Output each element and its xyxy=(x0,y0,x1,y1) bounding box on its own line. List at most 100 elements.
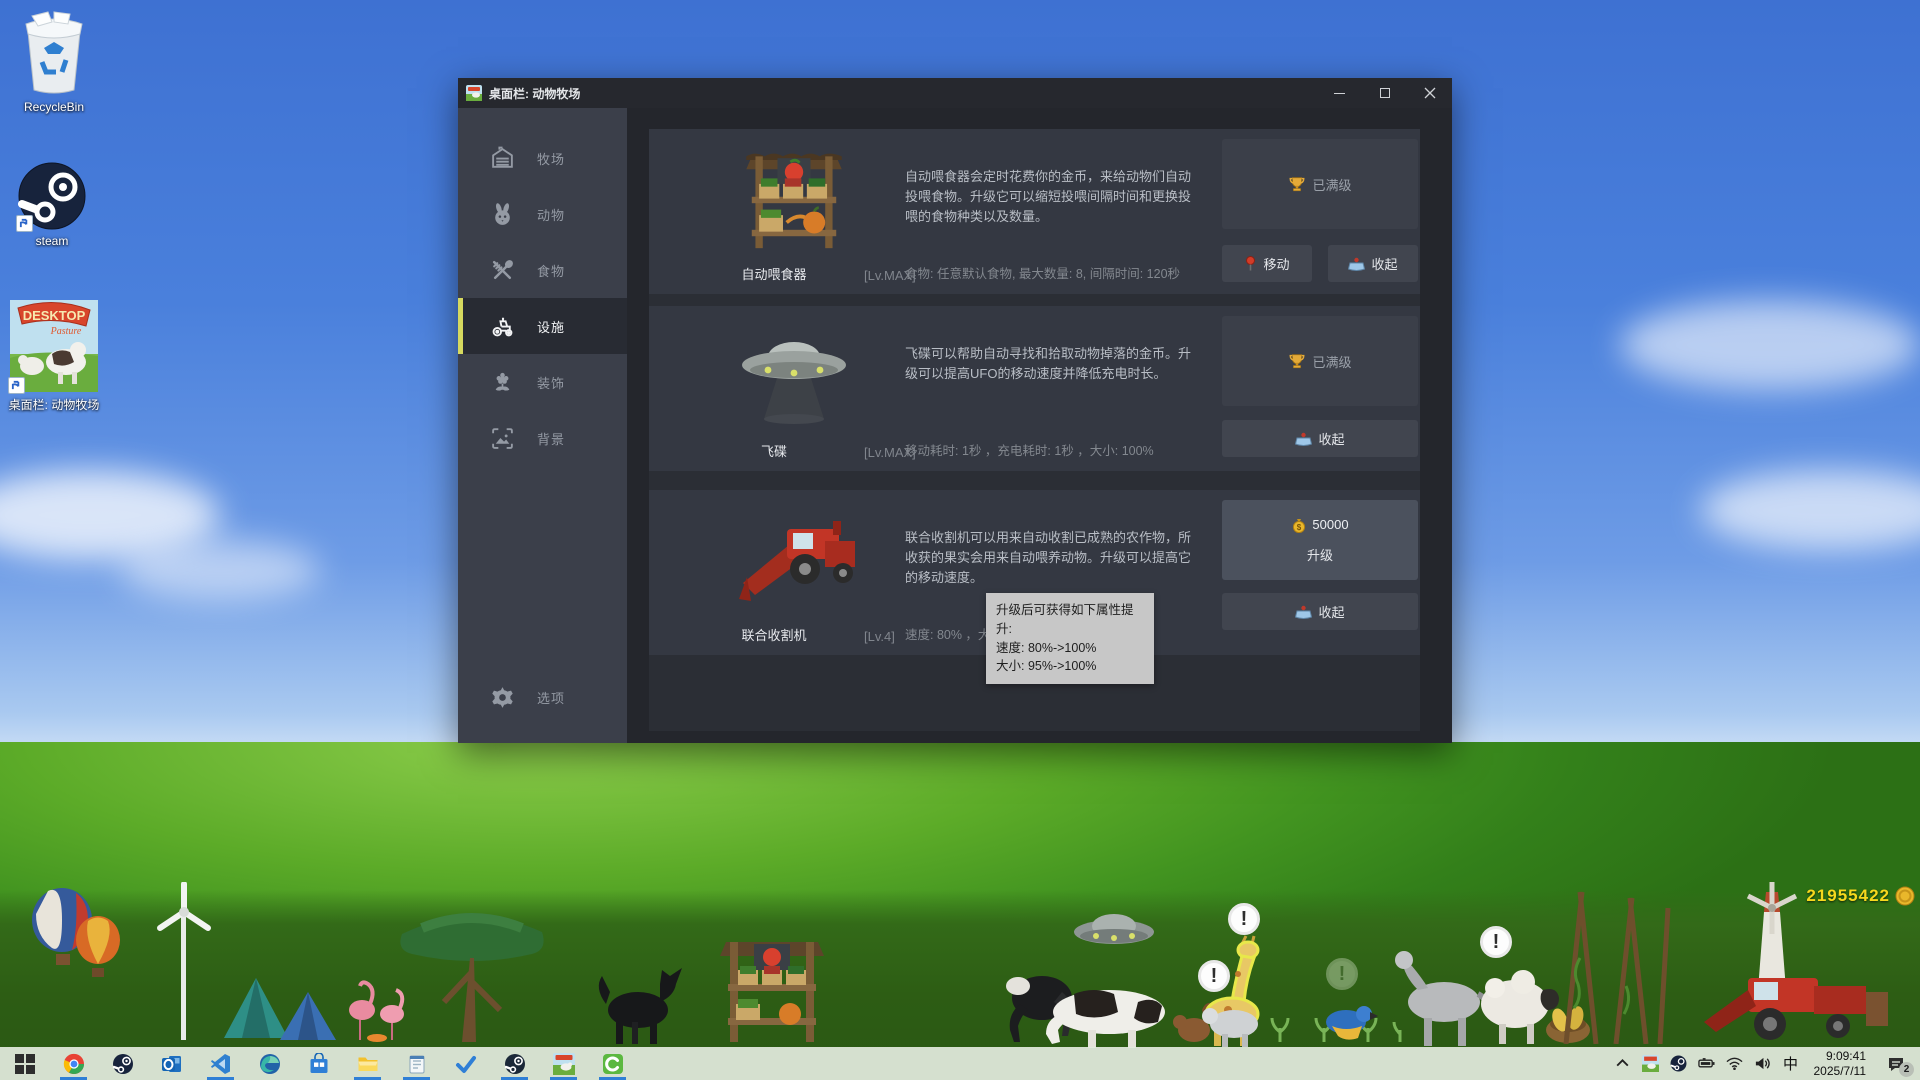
flower-icon xyxy=(490,370,515,395)
facility-name: 飞碟 xyxy=(689,441,859,460)
start-button[interactable] xyxy=(0,1047,49,1080)
maximize-icon xyxy=(1380,88,1390,98)
taskbar-steam-2[interactable] xyxy=(490,1047,539,1080)
taskbar-edge[interactable] xyxy=(245,1047,294,1080)
taskbar-chrome[interactable] xyxy=(49,1047,98,1080)
upgrade-cost: 50000 xyxy=(1312,517,1348,532)
sidebar-item-food[interactable]: 食物 xyxy=(458,242,627,298)
tray-wifi-icon[interactable] xyxy=(1722,1047,1748,1080)
scene-tents[interactable] xyxy=(222,962,337,1044)
desktop-icon-steam[interactable]: steam xyxy=(0,162,104,248)
taskbar-outlook[interactable] xyxy=(147,1047,196,1080)
maximize-button[interactable] xyxy=(1362,78,1407,108)
desktop-icon-label: steam xyxy=(0,234,104,248)
svg-text:Pasture: Pasture xyxy=(50,326,82,337)
scene-dog[interactable] xyxy=(590,958,690,1046)
move-label: 移动 xyxy=(1263,254,1289,273)
taskbar-vscode[interactable] xyxy=(196,1047,245,1080)
taskbar-notepad[interactable] xyxy=(392,1047,441,1080)
tray-time: 9:09:41 xyxy=(1814,1049,1867,1064)
windows-logo-icon xyxy=(14,1053,36,1075)
taskbar-store[interactable] xyxy=(294,1047,343,1080)
sidebar-label: 食物 xyxy=(537,261,565,280)
tooltip-line-speed: 速度: 80%->100% xyxy=(996,639,1144,658)
system-tray: 中 9:09:41 2025/7/11 2 xyxy=(1610,1047,1920,1080)
upgrade-tooltip: 升级后可获得如下属性提升: 速度: 80%->100% 大小: 95%->100… xyxy=(986,593,1154,684)
sidebar-item-facilities[interactable]: 设施 xyxy=(458,298,627,354)
alert-bubble[interactable]: ! xyxy=(1198,960,1230,996)
minimize-button[interactable] xyxy=(1317,78,1362,108)
scene-hot-air-balloons[interactable] xyxy=(26,888,126,993)
desktop: RecycleBin steam DESKTOP xyxy=(0,0,1920,1080)
background-icon xyxy=(490,426,515,451)
collapse-box-icon xyxy=(1295,605,1312,619)
facility-name: 自动喂食器 xyxy=(689,264,859,283)
sidebar-item-animals[interactable]: 动物 xyxy=(458,186,627,242)
scene-bean-poles[interactable] xyxy=(1552,888,1672,1044)
cloud xyxy=(1620,300,1920,390)
scene-ufo[interactable] xyxy=(1072,906,1156,954)
gear-icon xyxy=(490,685,515,710)
scene-produce-stand[interactable] xyxy=(720,922,824,1044)
alert-bubble[interactable]: ! xyxy=(1228,903,1260,939)
auto-feeder-image xyxy=(729,135,859,250)
sidebar-label: 动物 xyxy=(537,205,565,224)
alert-bubble-faded[interactable]: ! xyxy=(1326,958,1358,994)
shortcut-arrow-icon xyxy=(16,215,33,232)
taskbar-camtasia[interactable] xyxy=(588,1047,637,1080)
sidebar-item-options[interactable]: 选项 xyxy=(458,669,627,725)
titlebar[interactable]: 桌面栏: 动物牧场 xyxy=(458,78,1452,108)
svg-text:DESKTOP: DESKTOP xyxy=(23,308,86,323)
notification-center-button[interactable]: 2 xyxy=(1876,1047,1916,1080)
collapse-label: 收起 xyxy=(1371,254,1397,273)
tray-chevron-up-icon[interactable] xyxy=(1610,1047,1636,1080)
sidebar-label: 选项 xyxy=(537,688,565,707)
collapse-label: 收起 xyxy=(1318,602,1344,621)
sidebar-item-background[interactable]: 背景 xyxy=(458,410,627,466)
camtasia-icon xyxy=(602,1053,624,1075)
scene-parrot[interactable] xyxy=(1318,996,1378,1044)
window-title: 桌面栏: 动物牧场 xyxy=(489,85,580,102)
close-button[interactable] xyxy=(1407,78,1452,108)
max-level-label: 已满级 xyxy=(1312,352,1351,371)
scene-acacia-tree[interactable] xyxy=(392,898,552,1046)
taskbar-steam[interactable] xyxy=(98,1047,147,1080)
steam-icon xyxy=(18,162,86,230)
collapse-box-icon xyxy=(1295,432,1312,446)
upgrade-label: 升级 xyxy=(1307,545,1333,564)
sidebar: 牧场 动物 食物 xyxy=(458,108,627,743)
barn-icon xyxy=(490,146,515,171)
sidebar-item-decorations[interactable]: 装饰 xyxy=(458,354,627,410)
facility-description: 联合收割机可以用来自动收割已成熟的农作物，所收获的果实会用来自动喂养动物。升级可… xyxy=(905,528,1197,588)
tray-volume-icon[interactable] xyxy=(1750,1047,1776,1080)
checkmark-icon xyxy=(455,1053,477,1075)
tray-battery-icon[interactable] xyxy=(1694,1047,1720,1080)
collapse-button[interactable]: 收起 xyxy=(1328,245,1418,282)
scene-cow[interactable] xyxy=(1034,982,1184,1048)
steam-icon xyxy=(504,1053,526,1075)
tray-ime-indicator[interactable]: 中 xyxy=(1778,1053,1804,1074)
facility-row-ufo: 飞碟 [Lv.MAX] 飞碟可以帮助自动寻找和拾取动物掉落的金币。升级可以提高U… xyxy=(649,306,1420,471)
taskbar-file-explorer[interactable] xyxy=(343,1047,392,1080)
desktop-icon-pasture-app[interactable]: DESKTOP Pasture 桌面栏: 动物牧场 xyxy=(2,300,106,413)
tray-steam-icon[interactable] xyxy=(1666,1047,1692,1080)
tray-clock[interactable]: 9:09:41 2025/7/11 xyxy=(1806,1049,1875,1079)
sidebar-item-ranch[interactable]: 牧场 xyxy=(458,130,627,186)
tractor-icon xyxy=(490,314,515,339)
scene-wind-turbine[interactable] xyxy=(148,882,220,1044)
scene-goat[interactable] xyxy=(1196,1000,1266,1048)
desktop-icon-recycle-bin[interactable]: RecycleBin xyxy=(2,10,106,114)
collapse-box-icon xyxy=(1348,257,1365,271)
collapse-button[interactable]: 收起 xyxy=(1222,420,1418,457)
taskbar-check-app[interactable] xyxy=(441,1047,490,1080)
tray-pasture-app-icon[interactable] xyxy=(1638,1047,1664,1080)
scene-harvester[interactable] xyxy=(1688,970,1893,1048)
notepad-icon xyxy=(406,1053,428,1075)
collapse-button[interactable]: 收起 xyxy=(1222,593,1418,630)
max-level-status: 已满级 xyxy=(1222,316,1418,406)
move-button[interactable]: 移动 xyxy=(1222,245,1312,282)
facility-stats: 食物: 任意默认食物, 最大数量: 8, 间隔时间: 120秒 xyxy=(905,263,1210,282)
svg-text:$: $ xyxy=(1297,523,1302,532)
taskbar-pasture-app[interactable] xyxy=(539,1047,588,1080)
upgrade-button[interactable]: $ 50000 升级 xyxy=(1222,500,1418,580)
